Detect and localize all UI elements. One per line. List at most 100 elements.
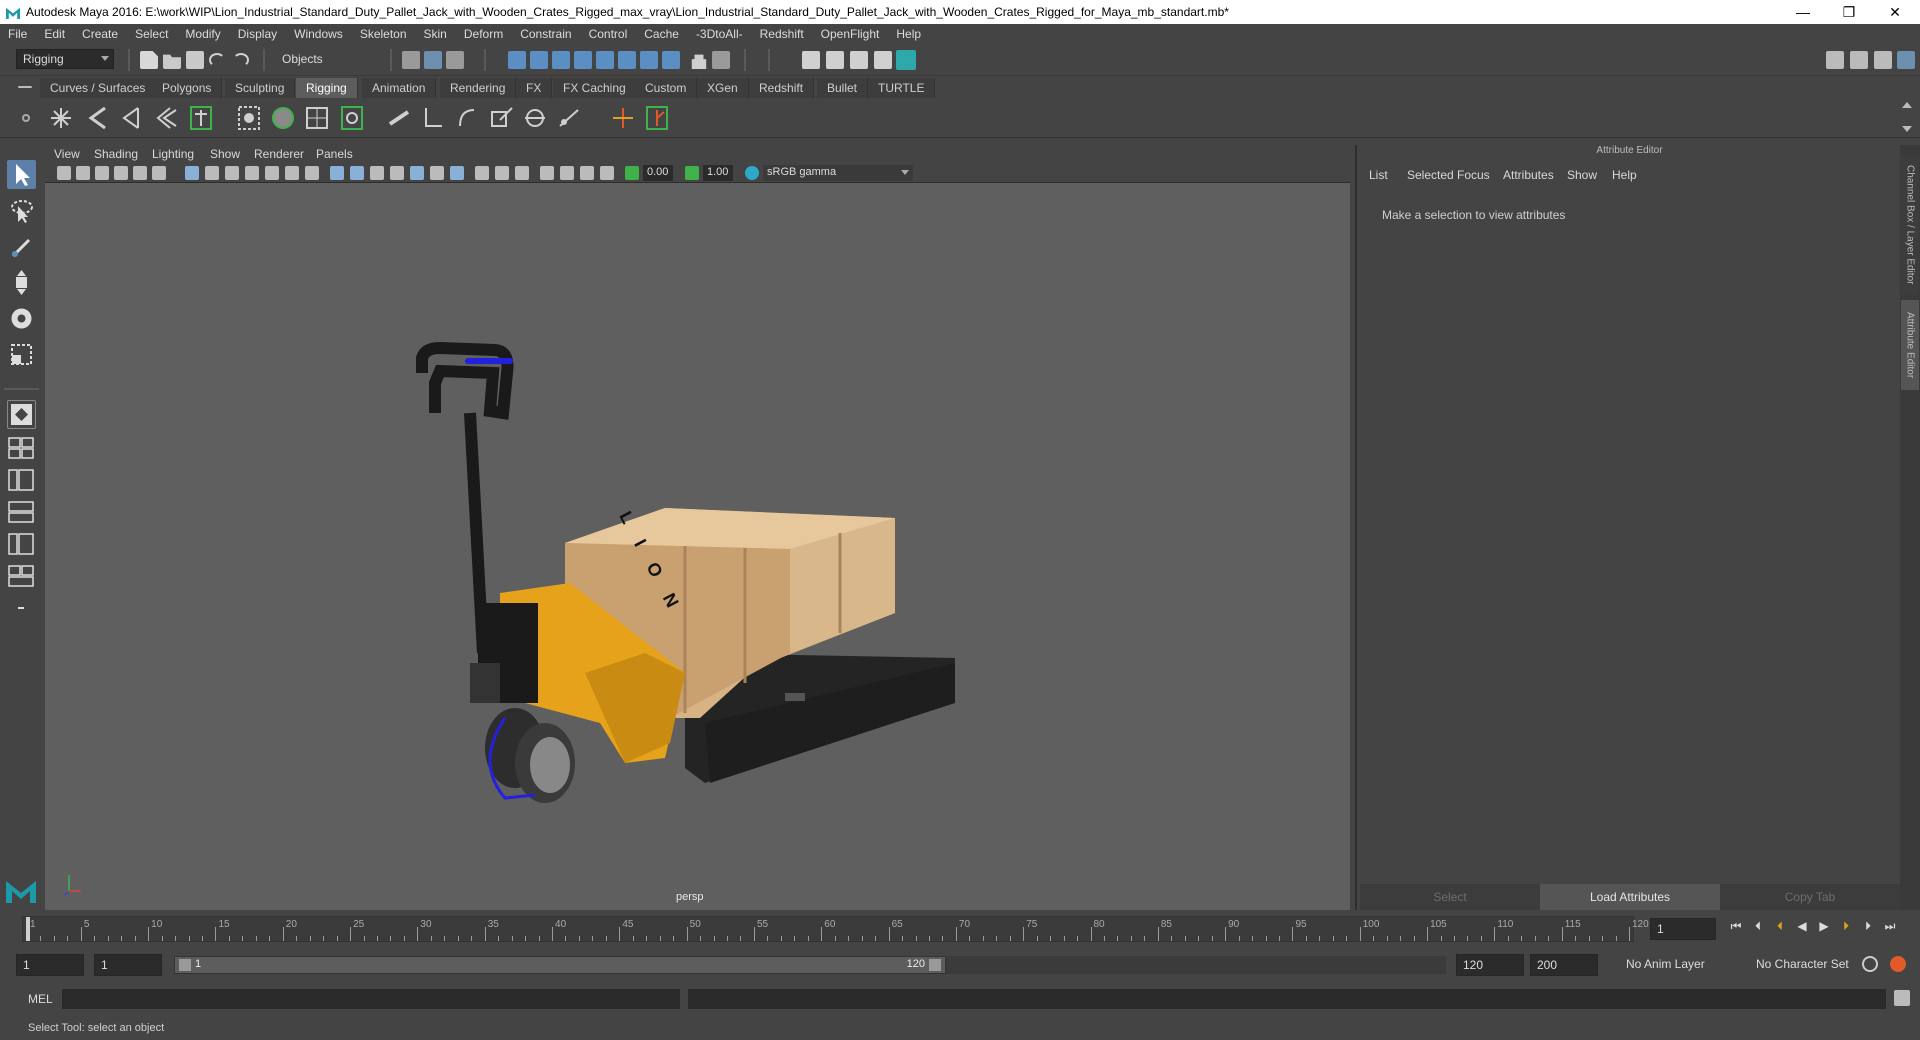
exposure-field[interactable]: 0.00 bbox=[643, 165, 673, 181]
tab-curves-surfaces[interactable]: Curves / Surfaces bbox=[40, 78, 157, 98]
menu-skeleton[interactable]: Skeleton bbox=[360, 27, 407, 41]
shelf-scroll-down-icon[interactable] bbox=[1902, 126, 1912, 132]
mirror-joint-icon[interactable] bbox=[152, 104, 178, 132]
menu-skin[interactable]: Skin bbox=[424, 27, 447, 41]
menuset-dropdown[interactable]: Rigging bbox=[16, 49, 114, 69]
skeleton-orient-icon[interactable] bbox=[188, 104, 214, 132]
menu-file[interactable]: File bbox=[8, 27, 27, 41]
minimize-button[interactable]: — bbox=[1780, 0, 1826, 24]
load-attributes-button[interactable]: Load Attributes bbox=[1540, 884, 1720, 910]
smooth-bind-icon[interactable] bbox=[270, 104, 296, 132]
new-scene-icon[interactable] bbox=[140, 51, 158, 69]
selection-mode-dropdown[interactable]: Objects bbox=[276, 49, 380, 69]
panel-menu-show[interactable]: Show bbox=[210, 147, 240, 161]
grease-pencil-icon[interactable] bbox=[152, 166, 166, 180]
tab-turtle[interactable]: TURTLE bbox=[868, 78, 936, 98]
tab-fx-caching[interactable]: FX Caching bbox=[553, 78, 637, 98]
scale-constraint-icon[interactable] bbox=[522, 104, 548, 132]
lasso-tool-icon[interactable] bbox=[7, 196, 36, 225]
four-view-layout-icon[interactable] bbox=[7, 436, 36, 460]
time-slider[interactable]: 1 5 10 15 20 25 30 35 40 45 50 55 60 65 70 75 80 85 90 95 10… bbox=[0, 912, 1920, 946]
go-to-end-icon[interactable]: ⏭ bbox=[1882, 918, 1898, 934]
snap-vertex-icon[interactable] bbox=[640, 51, 658, 69]
bookmark-icon[interactable] bbox=[95, 166, 109, 180]
wireframe-on-shaded-icon[interactable] bbox=[370, 166, 384, 180]
persp-graph-layout-icon[interactable] bbox=[7, 500, 36, 524]
use-all-lights-icon[interactable] bbox=[410, 166, 424, 180]
cluster-icon[interactable] bbox=[339, 104, 365, 132]
maximize-button[interactable]: ❐ bbox=[1826, 0, 1872, 24]
select-button[interactable]: Select bbox=[1360, 884, 1540, 910]
play-forwards-icon[interactable]: ▶ bbox=[1816, 918, 1832, 934]
joint-tool-icon[interactable] bbox=[48, 104, 74, 132]
command-input[interactable] bbox=[62, 989, 680, 1009]
orient-constraint-icon[interactable] bbox=[488, 104, 514, 132]
aim-constraint-icon[interactable] bbox=[556, 104, 582, 132]
tab-attribute-editor[interactable]: Attribute Editor bbox=[1901, 300, 1919, 390]
ik-spline-icon[interactable] bbox=[118, 104, 144, 132]
ae-menu-show[interactable]: Show bbox=[1567, 168, 1597, 182]
select-component-icon[interactable] bbox=[446, 51, 464, 69]
ae-menu-selected[interactable]: Selected bbox=[1407, 168, 1454, 182]
animation-preferences-icon[interactable] bbox=[1890, 956, 1906, 972]
panel-menu-panels[interactable]: Panels bbox=[316, 147, 353, 161]
field-chart-icon[interactable] bbox=[265, 166, 279, 180]
save-scene-icon[interactable] bbox=[186, 51, 204, 69]
depth-of-field-icon[interactable] bbox=[515, 166, 529, 180]
snap-point-icon[interactable] bbox=[552, 51, 570, 69]
close-button[interactable]: ✕ bbox=[1872, 0, 1918, 24]
ik-fk-switch-icon[interactable] bbox=[644, 104, 670, 132]
outliner-layout-icon[interactable] bbox=[7, 564, 36, 588]
film-gate-icon[interactable] bbox=[205, 166, 219, 180]
panel-menu-view[interactable]: View bbox=[54, 147, 80, 161]
wireframe-icon[interactable] bbox=[330, 166, 344, 180]
channel-box-icon[interactable] bbox=[1897, 51, 1915, 69]
range-bar[interactable]: 1 120 bbox=[174, 956, 946, 974]
step-back-key-icon[interactable]: ⏴ bbox=[1772, 918, 1788, 934]
panel-menu-renderer[interactable]: Renderer bbox=[254, 147, 304, 161]
step-back-icon[interactable]: ⏴ bbox=[1750, 918, 1766, 934]
lock-icon[interactable] bbox=[691, 54, 707, 69]
layout-icon[interactable] bbox=[1826, 51, 1844, 69]
menu-control[interactable]: Control bbox=[589, 27, 628, 41]
step-forward-icon[interactable]: ⏵ bbox=[1860, 918, 1876, 934]
current-frame-field[interactable]: 1 bbox=[1650, 918, 1716, 940]
construction-history-icon[interactable] bbox=[712, 51, 730, 69]
select-camera-icon[interactable] bbox=[57, 166, 71, 180]
menu-create[interactable]: Create bbox=[82, 27, 118, 41]
snap-curve-icon[interactable] bbox=[530, 51, 548, 69]
playback-end-field[interactable]: 120 bbox=[1456, 954, 1524, 976]
open-scene-icon[interactable] bbox=[163, 54, 181, 69]
ik-handle-icon[interactable] bbox=[85, 104, 111, 132]
paint-select-tool-icon[interactable] bbox=[7, 232, 36, 261]
tab-custom[interactable]: Custom bbox=[635, 78, 698, 98]
playback-start-field[interactable]: 1 bbox=[94, 954, 162, 976]
render-current-icon[interactable] bbox=[826, 51, 844, 69]
parent-constraint-icon[interactable] bbox=[420, 104, 446, 132]
screen-space-ao-icon[interactable] bbox=[450, 166, 464, 180]
anti-aliasing-icon[interactable] bbox=[495, 166, 509, 180]
tab-xgen[interactable]: XGen bbox=[697, 78, 749, 98]
shelf-options-icon[interactable] bbox=[22, 114, 30, 122]
ae-menu-list[interactable]: List bbox=[1369, 168, 1388, 182]
hypershade-icon[interactable] bbox=[896, 50, 916, 70]
shelf-scroll-up-icon[interactable] bbox=[1902, 102, 1912, 108]
safe-title-icon[interactable] bbox=[305, 166, 319, 180]
render-view-icon[interactable] bbox=[802, 51, 820, 69]
undo-icon[interactable] bbox=[209, 53, 225, 67]
snap-live-icon[interactable] bbox=[596, 51, 614, 69]
single-perspective-layout-icon[interactable] bbox=[7, 400, 36, 429]
auto-key-icon[interactable] bbox=[1862, 956, 1878, 972]
snap-surface-icon[interactable] bbox=[618, 51, 636, 69]
tab-sculpting[interactable]: Sculpting bbox=[225, 78, 296, 98]
xray-components-icon[interactable] bbox=[600, 166, 614, 180]
motion-blur-icon[interactable] bbox=[475, 166, 489, 180]
start-time-field[interactable]: 1 bbox=[16, 954, 84, 976]
menu-cache[interactable]: Cache bbox=[644, 27, 679, 41]
panel-menu-lighting[interactable]: Lighting bbox=[152, 147, 194, 161]
locator-icon[interactable] bbox=[610, 104, 636, 132]
go-to-start-icon[interactable]: ⏮ bbox=[1728, 918, 1744, 934]
tool-settings-icon[interactable] bbox=[1874, 51, 1892, 69]
tab-bullet[interactable]: Bullet bbox=[817, 78, 869, 98]
menu-deform[interactable]: Deform bbox=[464, 27, 503, 41]
